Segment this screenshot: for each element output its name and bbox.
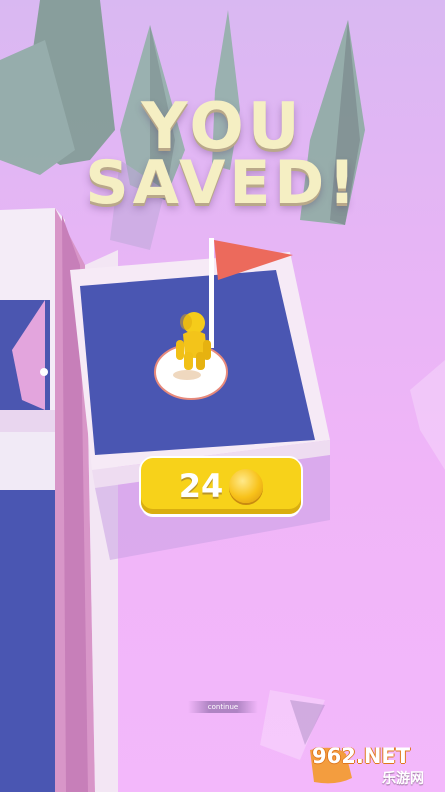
watermark-domain: 962.NET [312,744,411,768]
site-watermark: 962.NET 乐游网 [306,744,441,787]
headline-line-2: SAVED! [85,148,360,218]
coin-icon [229,469,264,503]
coin-amount: 24 [178,467,224,505]
watermark-site-name: 乐游网 [382,771,424,787]
game-scene: YOU SAVED! 24 continue 962.NET 乐游网 [0,0,445,792]
coin-reward-badge[interactable]: 24 [141,458,301,514]
continue-button[interactable]: continue [188,701,258,713]
